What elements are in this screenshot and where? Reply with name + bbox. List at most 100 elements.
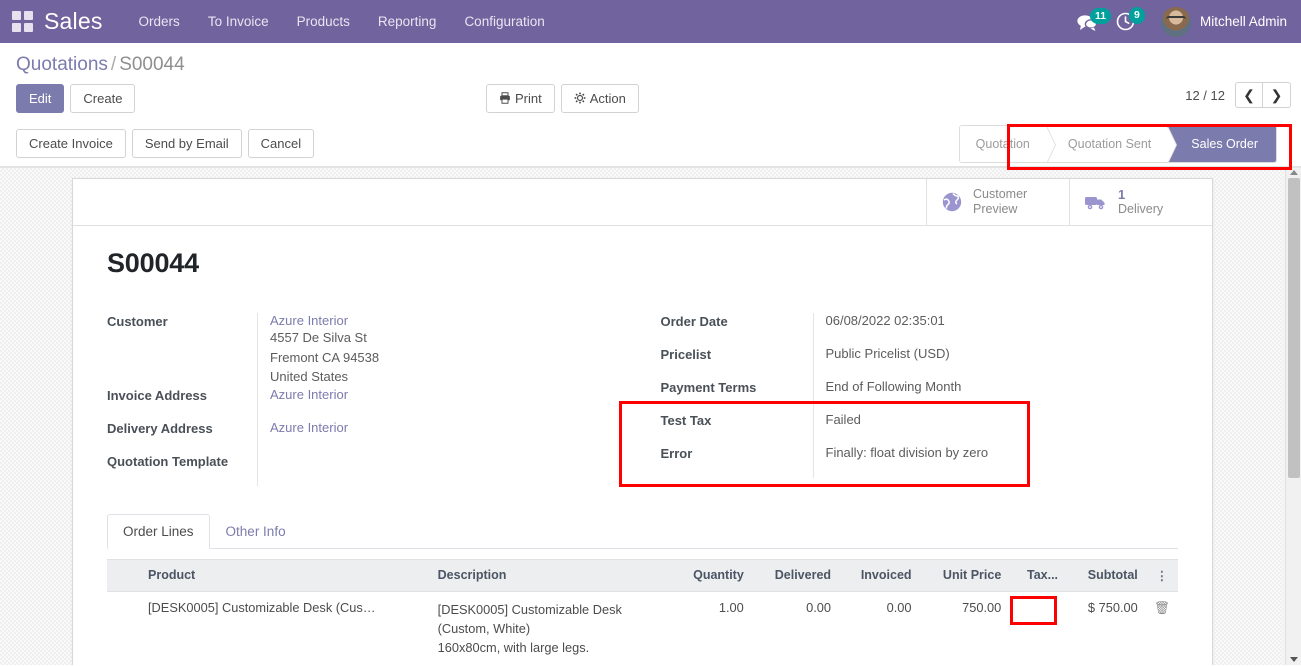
status-stage-sales-order[interactable]: Sales Order [1167,126,1276,162]
record-title: S00044 [107,248,199,278]
field-error-label: Error [660,446,693,461]
column-delivered[interactable]: Delivered [751,558,840,592]
send-by-email-button[interactable]: Send by Email [131,129,242,158]
trash-icon[interactable]: 🗑 [1154,600,1170,615]
field-pricelist-label: Pricelist [660,347,712,362]
page-scrollbar-thumb[interactable] [1288,178,1300,478]
activities-count-badge: 9 [1128,7,1145,24]
form-body: S00044 Customer Azure Interior 4557 De S… [73,226,1212,665]
messages-count-badge: 11 [1089,7,1112,24]
field-error: Error Finally: float division by zero [661,445,1179,478]
apps-grid-icon[interactable] [12,10,34,33]
app-brand-sales[interactable]: Sales [44,8,103,35]
table-row[interactable]: [DESK0005] Customizable Desk (Cus… [DESK… [107,591,1178,665]
menu-orders[interactable]: Orders [125,2,194,41]
messages-menu[interactable]: 11 [1077,7,1112,31]
edit-button[interactable]: Edit [16,84,65,113]
delivery-label: Delivery [1118,202,1164,216]
stat-button-delivery-label: 1 Delivery [1118,187,1163,217]
fields-grid: Customer Azure Interior 4557 De Silva St… [107,313,1178,486]
globe-icon [941,191,963,213]
order-lines-body: [DESK0005] Customizable Desk (Cus… [DESK… [107,591,1178,665]
control-panel-buttons: Edit Create Print Action 12 / 12 ❮ ❯ [0,80,1301,121]
field-quotation-template-value[interactable] [257,452,631,486]
cancel-button[interactable]: Cancel [247,129,315,158]
field-order-date-value: 06/08/2022 02:35:01 [812,313,1179,346]
status-stage-quotation-sent[interactable]: Quotation Sent [1045,126,1178,162]
action-button[interactable]: Action [560,84,639,113]
breadcrumb-current-record: S00044 [119,54,185,75]
field-delivery-address-label: Delivery Address [107,420,213,436]
menu-products[interactable]: Products [283,2,364,41]
pager-previous-button[interactable]: ❮ [1235,82,1263,108]
delivery-address-link[interactable]: Azure Interior [270,420,348,435]
breadcrumb-quotations[interactable]: Quotations [16,54,108,75]
row-quantity[interactable]: 1.00 [671,591,752,665]
row-drag-handle[interactable] [107,591,140,665]
user-avatar[interactable] [1160,6,1191,37]
form-sheet: Customer Preview 1 Delivery S00044 Custo… [72,178,1213,665]
menu-configuration[interactable]: Configuration [450,2,558,41]
customer-city-state-zip: Fremont CA 94538 [270,349,380,365]
field-delivery-address: Delivery Address Azure Interior [107,419,631,453]
row-description-line-1: [DESK0005] Customizable Desk [437,601,622,617]
row-invoiced[interactable]: 0.00 [839,591,920,665]
pager-next-button[interactable]: ❯ [1263,82,1291,108]
row-product[interactable]: [DESK0005] Customizable Desk (Cus… [140,591,430,665]
field-customer: Customer Azure Interior 4557 De Silva St… [107,313,631,387]
tab-other-info[interactable]: Other Info [210,514,302,549]
order-lines-header-row: Product Description Quantity Delivered I… [107,558,1178,592]
field-payment-terms-value: End of Following Month [812,379,1179,412]
tab-order-lines[interactable]: Order Lines [107,513,210,549]
column-invoiced[interactable]: Invoiced [839,558,920,592]
scroll-down-arrow-icon[interactable] [1290,657,1298,662]
field-pricelist-value: Public Pricelist (USD) [812,346,1179,379]
user-menu-label[interactable]: Mitchell Admin [1200,14,1291,29]
stat-button-customer-preview-label: Customer Preview [973,187,1027,217]
row-subtotal: $ 750.00 [1066,591,1146,665]
stat-button-delivery[interactable]: 1 Delivery [1069,179,1212,225]
navbar-right-group: 11 9 Mitchell Admin [1077,0,1291,43]
field-invoice-address: Invoice Address Azure Interior [107,386,631,420]
invoice-address-link[interactable]: Azure Interior [270,387,348,402]
stat-buttons-box: Customer Preview 1 Delivery [73,179,1212,226]
customer-street: 4557 De Silva St [270,330,367,345]
page-scrollbar[interactable] [1285,168,1301,665]
scroll-up-arrow-icon[interactable] [1290,170,1298,175]
status-stage-quotation[interactable]: Quotation [959,126,1057,162]
row-description[interactable]: [DESK0005] Customizable Desk (Custom, Wh… [429,591,672,665]
field-pricelist: Pricelist Public Pricelist (USD) [661,346,1179,379]
menu-reporting[interactable]: Reporting [364,2,451,41]
row-delete-button[interactable]: 🗑 [1145,591,1178,665]
optional-columns-icon[interactable]: ⋮ [1145,558,1178,592]
fields-column-left: Customer Azure Interior 4557 De Silva St… [107,313,643,486]
print-button[interactable]: Print [486,84,555,113]
row-description-line-2: (Custom, White) [437,620,531,636]
customer-link[interactable]: Azure Interior [270,313,631,328]
column-quantity[interactable]: Quantity [671,558,752,592]
column-unit-price[interactable]: Unit Price [919,558,1010,592]
field-test-tax: Test Tax Failed [661,412,1179,445]
column-subtotal[interactable]: Subtotal [1066,558,1146,592]
printer-icon [500,92,510,104]
row-taxes[interactable] [1009,591,1067,665]
column-product[interactable]: Product [140,558,430,592]
record-pager: 12 / 12 ❮ ❯ [1185,82,1291,108]
create-invoice-button[interactable]: Create Invoice [16,129,126,158]
row-description-line-3: 160x80cm, with large legs. [437,639,590,655]
create-button[interactable]: Create [70,84,136,113]
field-order-date-label: Order Date [660,314,728,329]
activities-menu[interactable]: 9 [1116,7,1145,31]
field-invoice-address-label: Invoice Address [107,387,207,403]
menu-to-invoice[interactable]: To Invoice [194,2,283,41]
field-payment-terms-label: Payment Terms [660,380,757,395]
field-quotation-template: Quotation Template [107,452,631,486]
form-sheet-wrapper: Customer Preview 1 Delivery S00044 Custo… [0,168,1301,665]
column-description[interactable]: Description [429,558,672,592]
print-label: Print [515,91,542,106]
row-delivered[interactable]: 0.00 [751,591,840,665]
row-unit-price[interactable]: 750.00 [919,591,1010,665]
stat-button-customer-preview[interactable]: Customer Preview [926,179,1069,225]
column-taxes[interactable]: Tax... [1009,558,1067,592]
pager-counter: 12 / 12 [1185,87,1225,103]
